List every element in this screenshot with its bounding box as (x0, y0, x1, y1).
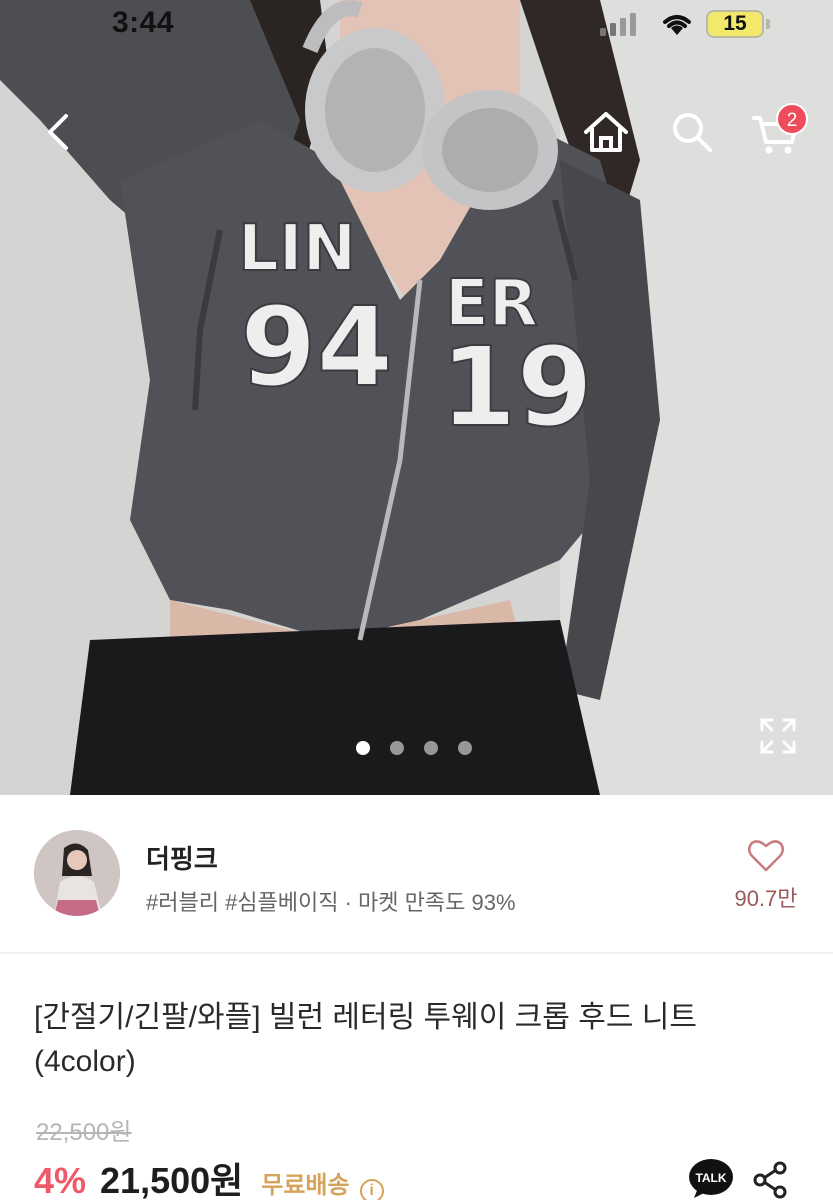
free-shipping-label: 무료배송 (261, 1172, 350, 1199)
signal-icon (600, 13, 636, 36)
home-button[interactable] (578, 104, 634, 160)
kakao-talk-button[interactable]: TALK (688, 1158, 734, 1200)
carousel-indicator (356, 741, 472, 755)
sale-price: 21,500원 (100, 1160, 244, 1200)
discount-rate: 4% (34, 1160, 87, 1200)
expand-icon (760, 718, 796, 754)
talk-label: TALK (695, 1171, 726, 1185)
seller-name[interactable]: 더핑크 (146, 839, 218, 876)
section-divider (0, 952, 833, 954)
home-icon (584, 112, 628, 152)
seller-avatar[interactable] (34, 830, 120, 916)
carousel-dot[interactable] (390, 741, 404, 755)
seller-info[interactable]: 더핑크 #러블리 #심플베이직 · 마켓 만족도 93% 90.7만 (0, 795, 833, 952)
heart-icon (748, 840, 784, 872)
original-price: 22,500원 (36, 1119, 132, 1146)
back-button[interactable] (32, 104, 88, 160)
svg-text:94: 94 (240, 283, 393, 411)
battery-icon: 15 (706, 10, 764, 38)
svg-text:19: 19 (440, 323, 593, 451)
product-title: [간절기/긴팔/와플] 빌런 레터링 투웨이 크롭 후드 니트 (4color) (34, 1001, 697, 1078)
product-image-carousel[interactable]: LIN 94 ER 19 3:44 15 2 (0, 0, 833, 795)
cart-count-badge: 2 (776, 103, 808, 135)
status-time: 3:44 (112, 6, 175, 39)
carousel-dot[interactable] (458, 741, 472, 755)
carousel-dot[interactable] (356, 741, 370, 755)
share-icon (753, 1161, 787, 1199)
like-count: 90.7만 (734, 886, 798, 911)
status-bar: 3:44 15 (0, 0, 833, 50)
chevron-left-icon (48, 114, 68, 150)
fullscreen-button[interactable] (758, 716, 798, 756)
search-icon (673, 113, 712, 152)
search-button[interactable] (664, 104, 720, 160)
price-row: 4% 21,500원 무료배송 i (34, 1152, 384, 1200)
battery-level: 15 (723, 12, 747, 35)
share-button[interactable] (752, 1160, 788, 1200)
info-icon[interactable]: i (359, 1179, 384, 1200)
carousel-dot[interactable] (424, 741, 438, 755)
battery-tip (766, 19, 770, 29)
like-button[interactable]: 90.7만 (726, 837, 806, 911)
talk-icon: TALK (689, 1159, 733, 1198)
avatar-image (34, 830, 120, 916)
wifi-icon (663, 15, 691, 35)
svg-text:LIN: LIN (238, 212, 356, 286)
seller-tags: #러블리 #심플베이직 · 마켓 만족도 93% (146, 890, 516, 915)
